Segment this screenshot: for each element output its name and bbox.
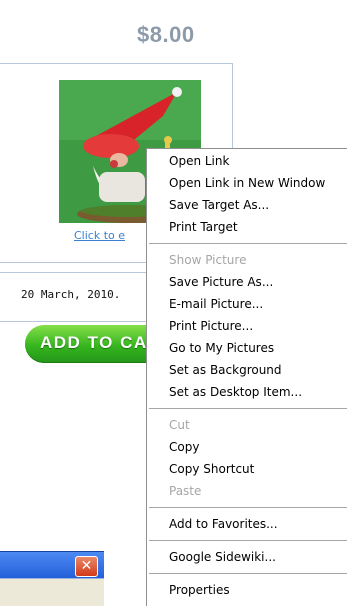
close-icon[interactable]: ✕ xyxy=(75,556,98,577)
click-to-enlarge-link[interactable]: Click to e xyxy=(74,229,125,242)
menu-separator xyxy=(149,243,347,244)
menu-item-print-target[interactable]: Print Target xyxy=(147,217,343,237)
menu-item-set-as-desktop-item[interactable]: Set as Desktop Item... xyxy=(147,382,343,402)
menu-item-copy-shortcut[interactable]: Copy Shortcut xyxy=(147,459,343,479)
dialog-body xyxy=(0,578,104,606)
menu-separator xyxy=(149,408,347,409)
menu-item-save-picture-as[interactable]: Save Picture As... xyxy=(147,272,343,292)
menu-separator xyxy=(149,573,347,574)
menu-item-open-link[interactable]: Open Link xyxy=(147,151,343,171)
menu-item-set-as-background[interactable]: Set as Background xyxy=(147,360,343,380)
menu-item-add-to-favorites[interactable]: Add to Favorites... xyxy=(147,514,343,534)
menu-item-save-target-as[interactable]: Save Target As... xyxy=(147,195,343,215)
menu-item-open-link-in-new-window[interactable]: Open Link in New Window xyxy=(147,173,343,193)
product-date: 20 March, 2010. xyxy=(21,288,121,301)
menu-item-print-picture[interactable]: Print Picture... xyxy=(147,316,343,336)
menu-separator xyxy=(149,540,347,541)
context-menu: Open Link Open Link in New Window Save Tar… xyxy=(146,148,347,606)
menu-item-google-sidewiki[interactable]: Google Sidewiki... xyxy=(147,547,343,567)
dialog-titlebar: ✕ xyxy=(0,551,104,578)
product-price: $8.00 xyxy=(137,22,195,47)
dialog-window-fragment: ✕ xyxy=(0,551,104,606)
add-to-cart-label: ADD TO CA xyxy=(40,333,148,352)
menu-item-cut: Cut xyxy=(169,418,190,432)
menu-item-properties[interactable]: Properties xyxy=(147,580,343,600)
menu-item-go-to-my-pictures[interactable]: Go to My Pictures xyxy=(147,338,343,358)
menu-item-copy[interactable]: Copy xyxy=(147,437,343,457)
menu-item-paste: Paste xyxy=(169,484,202,498)
menu-item-show-picture: Show Picture xyxy=(169,253,247,267)
menu-separator xyxy=(149,507,347,508)
menu-item-e-mail-picture[interactable]: E-mail Picture... xyxy=(147,294,343,314)
